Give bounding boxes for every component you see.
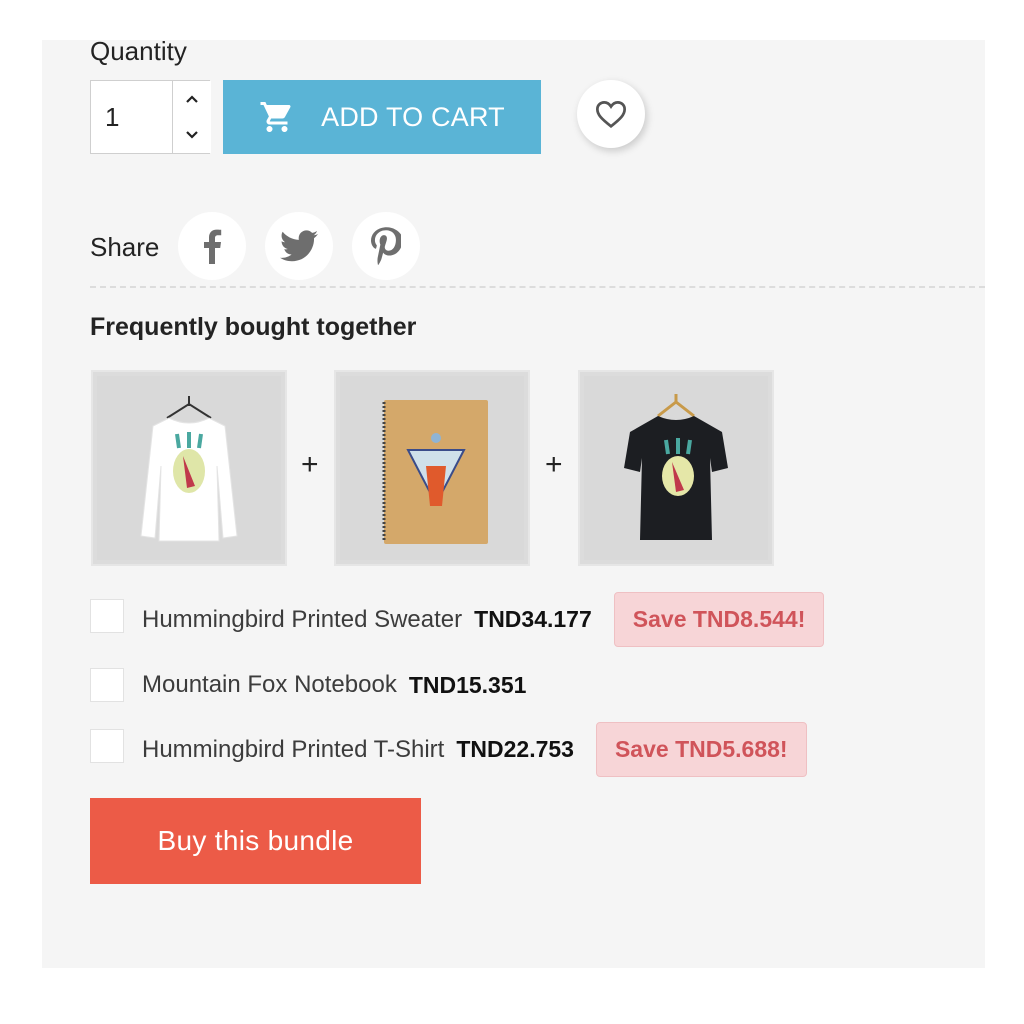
plus-separator: +	[545, 448, 563, 481]
heart-outline-icon	[595, 101, 627, 129]
tshirt-image	[624, 394, 728, 540]
notebook-image	[382, 400, 488, 544]
quantity-decrement-button[interactable]	[172, 117, 211, 153]
bundle-item: Hummingbird Printed T-Shirt TND22.753 Sa…	[90, 722, 807, 777]
bundle-item: Hummingbird Printed Sweater TND34.177 Sa…	[90, 592, 825, 647]
bundle-item-price: TND15.351	[408, 671, 527, 698]
bundle-item: Mountain Fox Notebook TND15.351	[90, 668, 526, 702]
bundle-product-image[interactable]	[91, 370, 287, 566]
share-facebook-button[interactable]	[178, 212, 246, 280]
shopping-cart-icon	[260, 102, 291, 132]
bundle-title: Frequently bought together	[90, 313, 417, 341]
save-badge: Save TND5.688!	[595, 722, 807, 777]
plus-separator: +	[301, 448, 319, 481]
facebook-icon	[204, 229, 222, 264]
add-to-cart-label: ADD TO CART	[321, 101, 505, 132]
quantity-stepper	[90, 80, 211, 154]
bundle-item-name: Hummingbird Printed Sweater	[142, 605, 463, 633]
bundle-product-image[interactable]	[334, 370, 530, 566]
bundle-product-image[interactable]	[578, 370, 774, 566]
bundle-item-name: Mountain Fox Notebook	[142, 671, 397, 698]
share-pinterest-button[interactable]	[352, 212, 420, 280]
share-twitter-button[interactable]	[265, 212, 333, 280]
chevron-up-icon	[186, 95, 198, 103]
share-label: Share	[90, 232, 160, 262]
section-divider	[90, 286, 985, 288]
sweater-image	[140, 396, 238, 542]
bundle-item-price: TND34.177	[474, 606, 592, 632]
wishlist-button[interactable]	[577, 80, 645, 148]
add-to-cart-button[interactable]: ADD TO CART	[223, 80, 541, 154]
save-badge: Save TND8.544!	[613, 592, 825, 647]
quantity-increment-button[interactable]	[172, 81, 211, 118]
bundle-item-checkbox[interactable]	[90, 728, 124, 763]
quantity-input[interactable]	[91, 81, 171, 153]
bundle-item-price: TND22.753	[456, 736, 574, 762]
pinterest-icon	[371, 227, 401, 265]
bundle-item-checkbox[interactable]	[90, 668, 124, 702]
bundle-item-name: Hummingbird Printed T-Shirt	[142, 735, 445, 763]
bundle-item-checkbox[interactable]	[90, 598, 124, 633]
chevron-down-icon	[186, 131, 198, 139]
twitter-icon	[280, 230, 318, 262]
quantity-label: Quantity	[90, 36, 187, 66]
buy-bundle-button[interactable]: Buy this bundle	[90, 798, 421, 884]
